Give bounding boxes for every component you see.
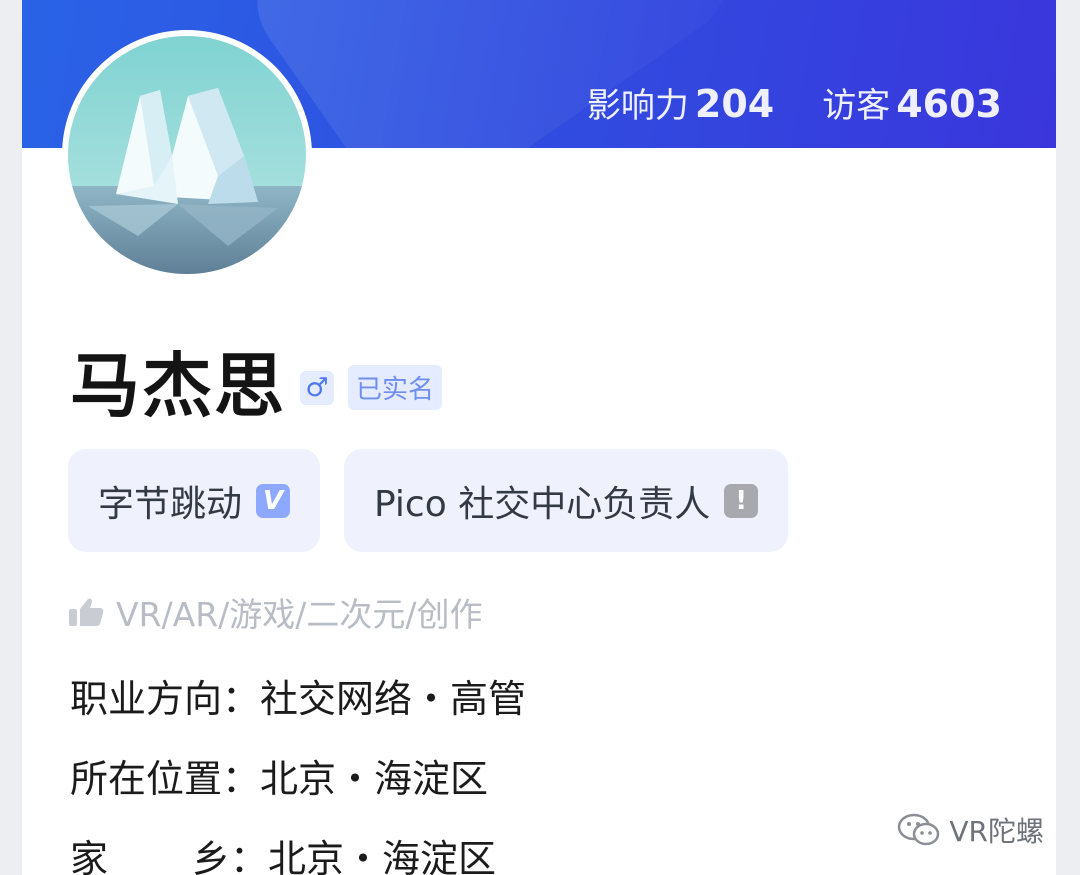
- info-value: 北京・海淀区: [260, 757, 489, 801]
- tag-company[interactable]: 字节跳动 V: [68, 449, 321, 552]
- info-value: 北京・海淀区: [268, 837, 497, 875]
- profile-stats: 影响力 204 访客 4603: [587, 78, 1002, 127]
- tag-position[interactable]: Pico 社交中心负责人 !: [344, 449, 789, 552]
- stat-value: 204: [694, 82, 775, 126]
- thumbs-up-icon: [69, 598, 104, 626]
- stat-visitors[interactable]: 访客 4603: [822, 78, 1002, 127]
- male-symbol-icon: ♂: [300, 370, 334, 405]
- iceberg-avatar-icon: [68, 36, 306, 274]
- interests-text: VR/AR/游戏/二次元/创作: [116, 595, 483, 634]
- name-row: 马杰思 ♂ 已实名: [70, 330, 443, 431]
- profile-card: 影响力 204 访客 4603 马杰思 ♂ 已实名 字节跳动 V Pico 社交…: [22, 0, 1056, 875]
- watermark-text: VR陀螺: [949, 815, 1044, 848]
- info-location: 所在位置：北京・海淀区: [70, 748, 488, 803]
- stat-label: 影响力: [586, 86, 689, 126]
- info-label: 家 乡：: [70, 828, 268, 875]
- verified-check-icon: V: [256, 483, 291, 518]
- info-label: 所在位置：: [70, 757, 261, 801]
- alert-icon: !: [724, 483, 759, 518]
- avatar[interactable]: [62, 30, 312, 280]
- tag-label: 字节跳动: [98, 483, 243, 525]
- profile-name: 马杰思: [70, 345, 286, 427]
- verified-badge: 已实名: [348, 365, 443, 410]
- watermark: VR陀螺: [897, 810, 1044, 850]
- profile-tags: 字节跳动 V Pico 社交中心负责人 !: [68, 449, 789, 552]
- stat-influence[interactable]: 影响力 204: [587, 78, 774, 127]
- tag-label: Pico 社交中心负责人: [374, 483, 711, 525]
- info-label: 职业方向：: [70, 677, 261, 721]
- interests-row: VR/AR/游戏/二次元/创作: [68, 588, 482, 636]
- info-label-end: 乡：: [192, 837, 269, 875]
- info-label-start: 家: [70, 837, 109, 875]
- stat-value: 4603: [896, 82, 1002, 126]
- info-value: 社交网络・高管: [260, 677, 527, 721]
- info-hometown: 家 乡：北京・海淀区: [70, 828, 496, 875]
- info-career: 职业方向：社交网络・高管: [70, 668, 526, 723]
- stat-label: 访客: [822, 86, 891, 126]
- wechat-icon: [898, 813, 940, 846]
